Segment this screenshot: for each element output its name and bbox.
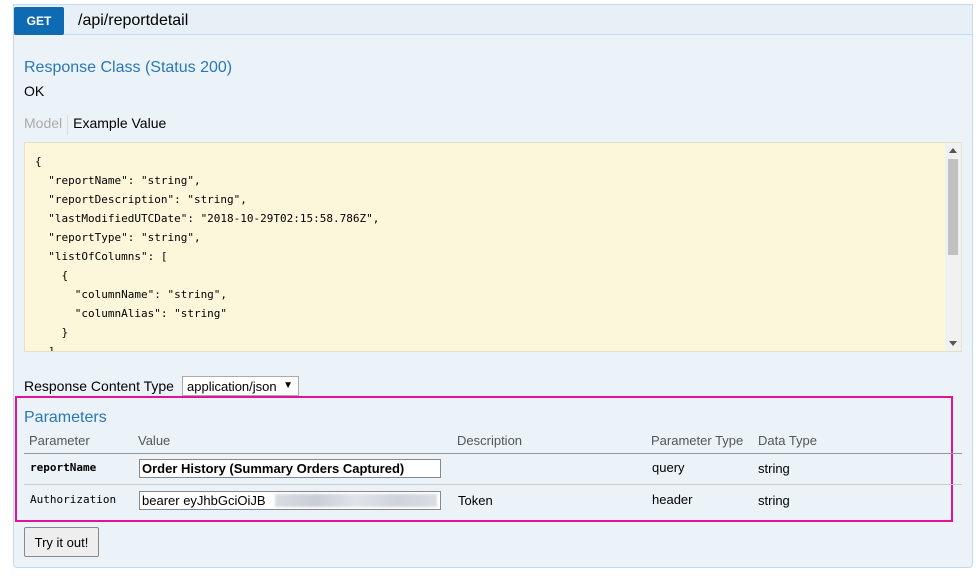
scroll-up-icon[interactable] — [949, 148, 957, 153]
header-parameter-type: Parameter Type — [651, 433, 744, 448]
param-name-reportname: reportName — [30, 461, 97, 474]
header-value: Value — [138, 433, 171, 448]
data-type: string — [758, 461, 790, 476]
param-type: query — [652, 460, 685, 475]
header-description: Description — [457, 433, 523, 448]
code-scrollbar[interactable] — [945, 143, 961, 351]
authorization-input[interactable]: bearer eyJhbGciOiJB — [139, 491, 441, 510]
tab-model[interactable]: Model — [24, 115, 69, 135]
parameters-title: Parameters — [24, 409, 107, 426]
endpoint-path[interactable]: /api/reportdetail — [78, 12, 188, 30]
param-name-authorization: Authorization — [30, 493, 117, 506]
dropdown-caret-icon: ▼ — [283, 380, 293, 391]
response-content-type-select[interactable]: application/json ▼ — [182, 376, 299, 396]
response-class-title: Response Class (Status 200) — [24, 59, 233, 76]
scroll-thumb[interactable] — [948, 159, 958, 255]
param-type: header — [652, 492, 693, 507]
model-tabs: Model Example Value — [24, 115, 166, 135]
endpoint-header[interactable]: GET /api/reportdetail — [14, 5, 972, 35]
tab-example-value[interactable]: Example Value — [68, 115, 166, 135]
response-content-type-label: Response Content Type — [24, 378, 174, 394]
example-value-box[interactable]: { "reportName": "string", "reportDescrip… — [24, 142, 962, 352]
response-status-text: OK — [24, 83, 45, 99]
authorization-value: bearer eyJhbGciOiJB — [142, 493, 266, 508]
method-badge[interactable]: GET — [14, 7, 64, 35]
param-description: Token — [458, 493, 493, 508]
endpoint-panel: GET /api/reportdetail Response Class (St… — [13, 4, 973, 568]
data-type: string — [758, 493, 790, 508]
example-json: { "reportName": "string", "reportDescrip… — [35, 155, 380, 352]
header-data-type: Data Type — [758, 433, 818, 448]
row-divider — [24, 484, 962, 485]
redacted-token-blur — [275, 494, 437, 507]
header-parameter: Parameter — [29, 433, 90, 448]
response-content-type-value: application/json — [187, 378, 277, 394]
header-divider — [24, 453, 962, 454]
reportname-input[interactable]: Order History (Summary Orders Captured) — [139, 459, 441, 478]
scroll-down-icon[interactable] — [949, 341, 957, 346]
try-it-out-button[interactable]: Try it out! — [24, 527, 99, 557]
